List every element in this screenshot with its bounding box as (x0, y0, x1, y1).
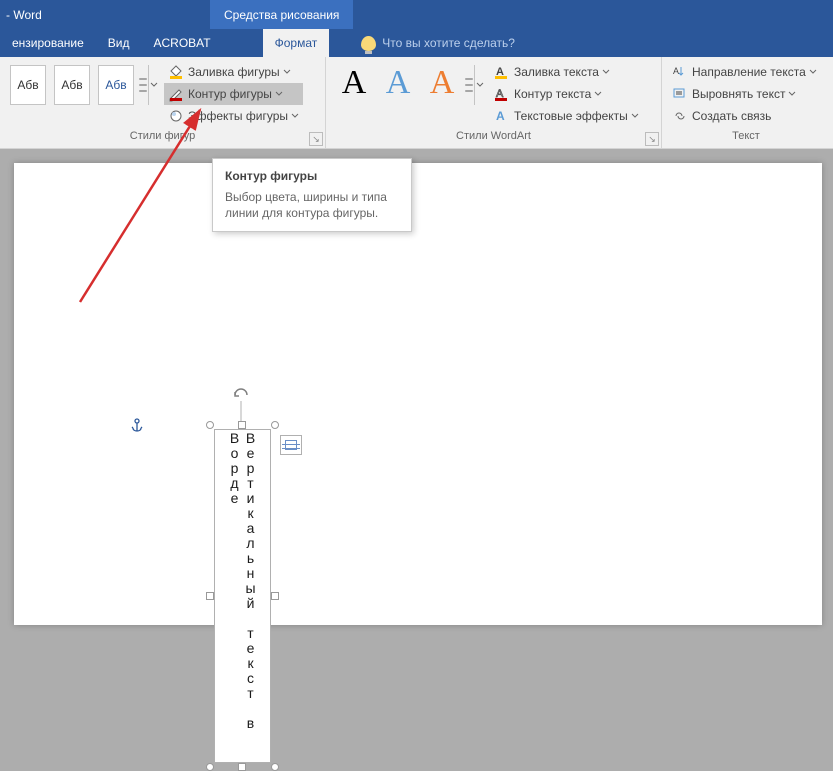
svg-text:A: A (673, 66, 679, 76)
textbox[interactable]: Вертикальный текст в Ворде (214, 429, 271, 763)
chevron-down-icon (283, 68, 291, 76)
tooltip-title: Контур фигуры (225, 169, 399, 183)
tab-view[interactable]: Вид (96, 29, 142, 57)
handle-bl[interactable] (206, 763, 214, 771)
ribbon: Абв Абв Абв Заливка фигуры Контур фигуры (0, 57, 833, 149)
wordart-style-1[interactable]: A (332, 64, 376, 102)
group-label-wordart: Стили WordArt (332, 130, 655, 142)
lightbulb-icon (361, 36, 376, 51)
text-direction-button[interactable]: A Направление текста (668, 61, 821, 83)
gallery-scroll[interactable] (464, 76, 474, 94)
handle-br[interactable] (271, 763, 279, 771)
tooltip-shape-outline: Контур фигуры Выбор цвета, ширины и типа… (212, 158, 412, 232)
handle-ml[interactable] (206, 592, 214, 600)
chevron-down-icon (788, 90, 796, 98)
shape-style-2[interactable]: Абв (54, 65, 90, 105)
word-window: - Word Средства рисования ензирование Ви… (0, 0, 833, 625)
text-fill-button[interactable]: A Заливка текста (490, 61, 643, 83)
text-fill-icon: A (494, 64, 510, 80)
gallery-more[interactable] (148, 65, 158, 105)
effects-icon (168, 108, 184, 124)
tab-format[interactable]: Формат (263, 29, 330, 57)
text-outline-icon: A (494, 86, 510, 102)
align-text-button[interactable]: Выровнять текст (668, 83, 821, 105)
text-effects-icon: A (494, 108, 510, 124)
bucket-icon (168, 64, 184, 80)
handle-tr[interactable] (271, 421, 279, 429)
wordart-gallery[interactable]: A A A (332, 61, 484, 105)
align-text-icon (672, 86, 688, 102)
chevron-down-icon (594, 90, 602, 98)
handle-mr[interactable] (271, 592, 279, 600)
group-text: A Направление текста Выровнять текст Соз… (662, 57, 830, 148)
tab-review[interactable]: ензирование (0, 29, 96, 57)
pen-icon (168, 86, 184, 102)
link-icon (672, 108, 688, 124)
wordart-style-2[interactable]: A (376, 64, 420, 102)
anchor-icon (130, 417, 144, 438)
handle-tl[interactable] (206, 421, 214, 429)
shape-effects-button[interactable]: Эффекты фигуры (164, 105, 303, 127)
group-label-shape-styles: Стили фигур (6, 130, 319, 142)
titlebar: - Word Средства рисования (0, 0, 833, 29)
shape-fill-button[interactable]: Заливка фигуры (164, 61, 303, 83)
shape-style-3[interactable]: Абв (98, 65, 134, 105)
chevron-down-icon (602, 68, 610, 76)
page[interactable]: Вертикальный текст в Ворде (14, 163, 822, 625)
shape-style-gallery[interactable]: Абв Абв Абв (6, 61, 158, 105)
shape-style-1[interactable]: Абв (10, 65, 46, 105)
contextual-tab-drawing[interactable]: Средства рисования (210, 0, 353, 29)
create-link-button[interactable]: Создать связь (668, 105, 821, 127)
app-title: - Word (0, 8, 42, 22)
svg-text:A: A (496, 109, 505, 123)
textbox-selection[interactable]: Вертикальный текст в Ворде (210, 425, 275, 767)
dialog-launcher-wordart[interactable]: ↘ (645, 132, 659, 146)
chevron-down-icon (291, 112, 299, 120)
tab-acrobat[interactable]: ACROBAT (142, 29, 223, 57)
handle-tc[interactable] (238, 421, 246, 429)
wordart-style-3[interactable]: A (420, 64, 464, 102)
group-shape-styles: Абв Абв Абв Заливка фигуры Контур фигуры (0, 57, 326, 148)
gallery-scroll[interactable] (138, 65, 148, 105)
tooltip-body: Выбор цвета, ширины и типа линии для кон… (225, 189, 399, 221)
textbox-text: Вертикальный текст в Ворде (215, 430, 270, 762)
tell-me-box[interactable]: Что вы хотите сделать? (349, 29, 527, 57)
text-outline-button[interactable]: A Контур текста (490, 83, 643, 105)
document-area: Вертикальный текст в Ворде (0, 149, 833, 625)
handle-bc[interactable] (238, 763, 246, 771)
text-direction-icon: A (672, 64, 688, 80)
ribbon-tabs: ензирование Вид ACROBAT Формат Что вы хо… (0, 29, 833, 57)
group-wordart-styles: A A A A Заливка текста A Контур текста (326, 57, 662, 148)
dialog-launcher-shape-styles[interactable]: ↘ (309, 132, 323, 146)
gallery-more[interactable] (474, 65, 484, 105)
group-label-text: Текст (668, 130, 824, 142)
shape-outline-button[interactable]: Контур фигуры (164, 83, 303, 105)
layout-options-icon[interactable] (280, 435, 302, 455)
text-effects-button[interactable]: A Текстовые эффекты (490, 105, 643, 127)
chevron-down-icon (631, 112, 639, 120)
chevron-down-icon (275, 90, 283, 98)
chevron-down-icon (809, 68, 817, 76)
